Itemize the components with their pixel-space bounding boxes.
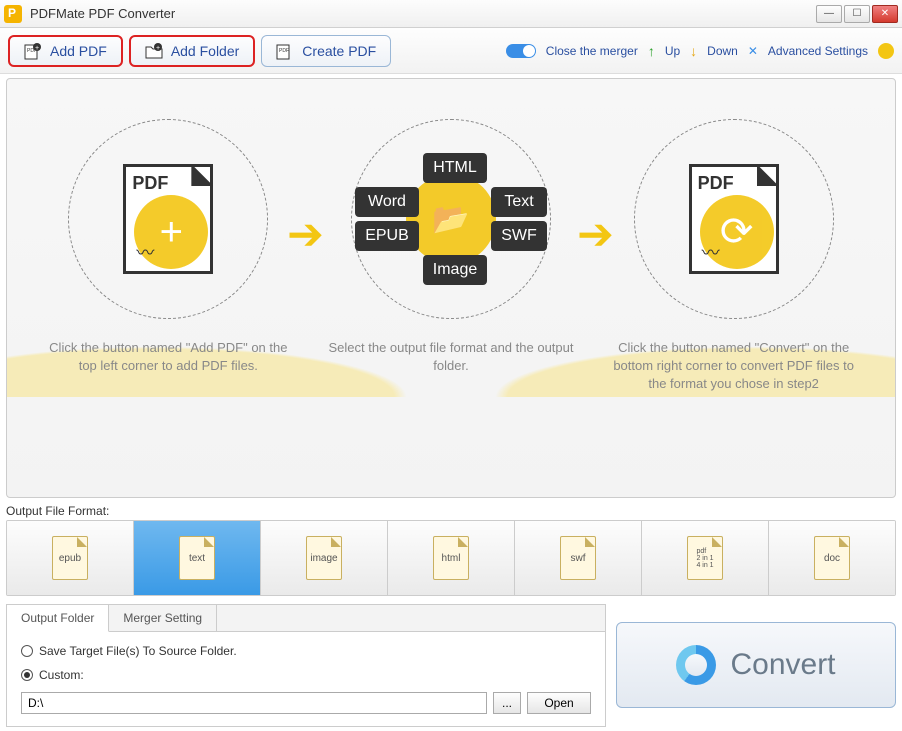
merger-toggle[interactable] <box>506 44 536 58</box>
format-swf[interactable]: swf <box>515 521 642 595</box>
convert-icon <box>676 645 716 685</box>
format-doc[interactable]: doc <box>769 521 895 595</box>
pdf-create-icon: PDF <box>276 42 294 60</box>
add-pdf-label: Add PDF <box>50 43 107 59</box>
step1-text: Click the button named "Add PDF" on the … <box>33 339 303 375</box>
down-button[interactable]: Down <box>707 44 738 58</box>
step2-text: Select the output file format and the ou… <box>316 339 586 375</box>
output-path-input[interactable] <box>21 692 487 714</box>
radio-icon <box>21 669 33 681</box>
open-folder-button[interactable]: Open <box>527 692 591 714</box>
advanced-settings-button[interactable]: Advanced Settings <box>768 44 868 58</box>
step3-pdf-icon: PDF ⟳ 〰 <box>689 164 779 274</box>
create-pdf-button[interactable]: PDF Create PDF <box>261 35 391 67</box>
folder-plus-icon: + <box>145 42 163 60</box>
browse-button[interactable]: ... <box>493 692 521 714</box>
radio-custom[interactable]: Custom: <box>21 668 591 682</box>
arrow-icon: ➔ <box>577 209 614 260</box>
chip-epub: EPUB <box>355 221 419 251</box>
format-image[interactable]: image <box>261 521 388 595</box>
up-arrow-icon: ↑ <box>648 43 655 59</box>
window-title: PDFMate PDF Converter <box>30 6 816 21</box>
up-button[interactable]: Up <box>665 44 680 58</box>
arrow-icon: ➔ <box>287 209 324 260</box>
step1-pdf-icon: PDF + 〰 <box>123 164 213 274</box>
format-text[interactable]: text <box>134 521 261 595</box>
output-format-label: Output File Format: <box>0 502 902 520</box>
format-epub[interactable]: epub <box>7 521 134 595</box>
format-selector: epub text image html swf pdf 2 in 1 4 in… <box>6 520 896 596</box>
format-pdf-nup[interactable]: pdf 2 in 1 4 in 1 <box>642 521 769 595</box>
radio-icon <box>21 645 33 657</box>
radio-save-to-source[interactable]: Save Target File(s) To Source Folder. <box>21 644 591 658</box>
tab-output-folder[interactable]: Output Folder <box>7 605 109 632</box>
maximize-button[interactable]: ☐ <box>844 5 870 23</box>
add-folder-label: Add Folder <box>171 43 239 59</box>
chip-text: Text <box>491 187 547 217</box>
instruction-stage: PDF + 〰 Click the button named "Add PDF"… <box>6 78 896 498</box>
add-pdf-button[interactable]: PDF+ Add PDF <box>8 35 123 67</box>
minimize-button[interactable]: — <box>816 5 842 23</box>
tab-merger-setting[interactable]: Merger Setting <box>109 605 217 631</box>
settings-icon: ✕ <box>748 44 758 58</box>
help-icon[interactable] <box>878 43 894 59</box>
chip-image: Image <box>423 255 487 285</box>
format-html[interactable]: html <box>388 521 515 595</box>
app-logo <box>4 5 22 23</box>
svg-text:PDF: PDF <box>279 48 289 54</box>
close-merger-label[interactable]: Close the merger <box>546 44 638 58</box>
create-pdf-label: Create PDF <box>302 43 376 59</box>
svg-text:+: + <box>35 45 39 52</box>
chip-swf: SWF <box>491 221 547 251</box>
svg-text:+: + <box>156 45 160 52</box>
chip-word: Word <box>355 187 419 217</box>
pdf-plus-icon: PDF+ <box>24 42 42 60</box>
add-folder-button[interactable]: + Add Folder <box>129 35 255 67</box>
convert-button[interactable]: Convert <box>616 622 896 708</box>
chip-html: HTML <box>423 153 487 183</box>
close-button[interactable]: ✕ <box>872 5 898 23</box>
step3-text: Click the button named "Convert" on the … <box>599 339 869 394</box>
down-arrow-icon: ↓ <box>690 43 697 59</box>
